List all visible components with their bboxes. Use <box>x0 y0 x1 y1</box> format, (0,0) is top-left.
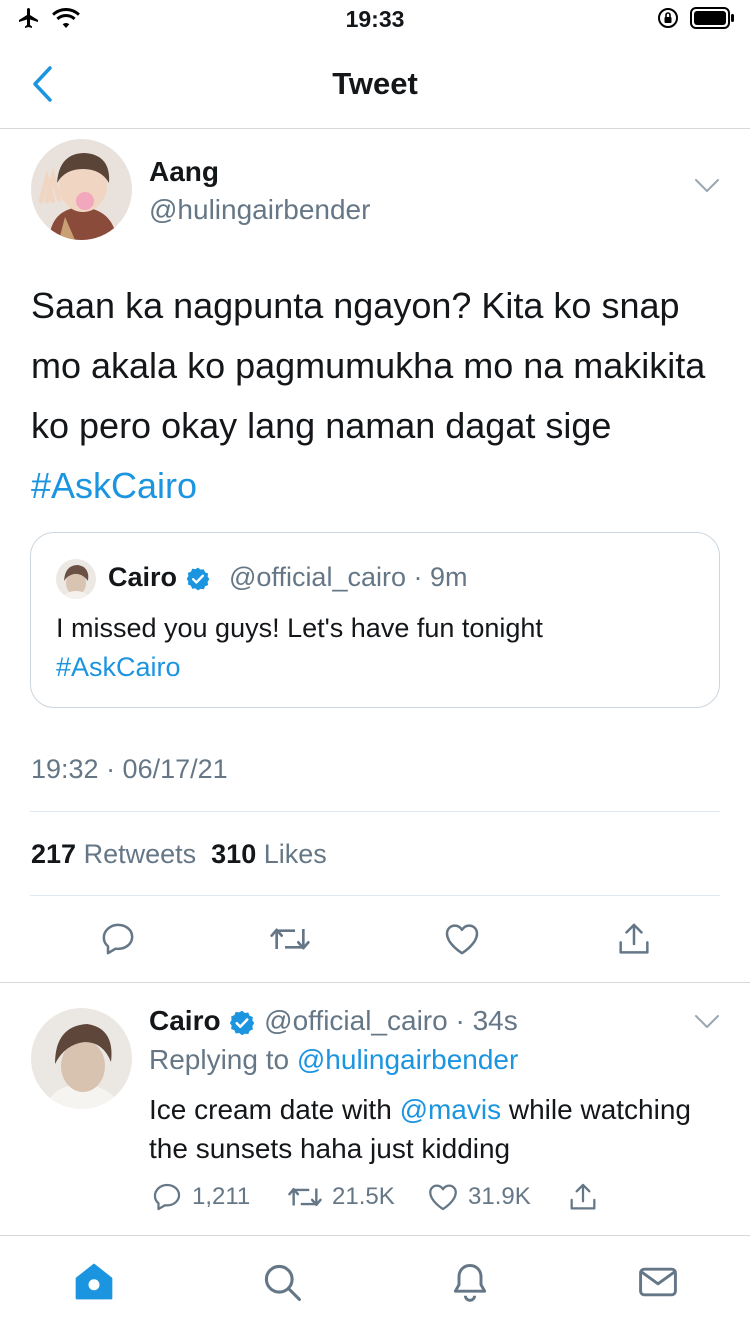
quoted-tweet-card[interactable]: Cairo @official_cairo · 9m I missed you … <box>30 532 720 708</box>
messages-icon <box>639 1267 677 1297</box>
tab-search[interactable] <box>258 1258 306 1306</box>
reply-like-button[interactable]: 31.9K <box>426 1180 531 1214</box>
avatar-cairo[interactable] <box>31 1008 132 1109</box>
retweet-icon <box>288 1188 322 1206</box>
like-button[interactable] <box>440 914 484 964</box>
rotation-lock-icon <box>656 6 680 35</box>
like-label[interactable]: Likes <box>264 839 327 869</box>
reply-icon <box>153 1183 181 1211</box>
tab-home[interactable] <box>70 1258 118 1306</box>
status-bar: 19:33 <box>0 0 750 40</box>
reply-reply-button[interactable]: 1,211 <box>150 1180 250 1214</box>
reply-share-button[interactable] <box>566 1180 600 1214</box>
divider <box>30 811 720 812</box>
like-icon <box>429 1184 457 1211</box>
verified-badge-icon <box>230 1010 255 1035</box>
tweet-action-row <box>0 914 750 966</box>
avatar-aang[interactable] <box>31 139 132 240</box>
quote-avatar <box>56 559 96 599</box>
home-icon <box>75 1263 113 1300</box>
verified-badge-icon <box>186 567 209 591</box>
tab-messages[interactable] <box>634 1258 682 1306</box>
mention-link[interactable]: @mavis <box>400 1094 502 1125</box>
reply-text-before: Ice cream date with <box>149 1094 392 1125</box>
quote-author-name-text: Cairo <box>108 562 178 592</box>
replying-prefix: Replying to <box>149 1044 290 1075</box>
reply-text: Ice cream date with @mavis while watchin… <box>149 1090 709 1168</box>
replying-to-link[interactable]: @hulingairbender <box>297 1044 518 1075</box>
divider <box>30 895 720 896</box>
nav-bar: Tweet <box>0 40 750 129</box>
chevron-down-icon[interactable] <box>694 178 720 199</box>
quote-text: I missed you guys! Let's have fun tonigh… <box>56 609 696 687</box>
chevron-down-icon[interactable] <box>694 1014 720 1035</box>
reply-like-count: 31.9K <box>468 1183 531 1210</box>
reply-author-row: Cairo @official_cairo · 34s <box>149 1005 518 1037</box>
reply-icon <box>102 923 134 955</box>
tweet-text-body: Saan ka nagpunta ngayon? Kita ko snap mo… <box>31 285 706 446</box>
battery-icon <box>690 6 736 35</box>
reply-author-name[interactable]: Cairo <box>149 1005 221 1036</box>
bottom-tab-bar <box>0 1235 750 1334</box>
replying-to: Replying to @hulingairbender <box>149 1044 518 1076</box>
retweet-button[interactable] <box>268 914 312 964</box>
quote-hashtag-link[interactable]: #AskCairo <box>56 652 181 682</box>
author-handle[interactable]: @hulingairbender <box>149 194 370 226</box>
search-icon <box>264 1264 301 1301</box>
reply-retweet-count: 21.5K <box>332 1183 395 1210</box>
like-icon <box>445 924 479 955</box>
share-button[interactable] <box>612 914 656 964</box>
reply-count: 1,211 <box>192 1183 251 1210</box>
share-icon <box>619 923 649 954</box>
retweet-label[interactable]: Retweets <box>84 839 197 869</box>
page-title: Tweet <box>332 66 418 101</box>
reply-handle-time[interactable]: @official_cairo · 34s <box>264 1005 518 1036</box>
author-name[interactable]: Aang <box>149 156 219 188</box>
status-right <box>656 6 736 35</box>
reply-button[interactable] <box>96 914 140 964</box>
status-time: 19:33 <box>345 6 405 32</box>
retweet-count[interactable]: 217 <box>31 839 76 869</box>
quote-text-body: I missed you guys! Let's have fun tonigh… <box>56 613 543 643</box>
tweet-timestamp: 19:32 · 06/17/21 <box>31 754 228 784</box>
quote-handle-time: @official_cairo · 9m <box>229 562 468 592</box>
like-count[interactable]: 310 <box>211 839 256 869</box>
tweet-stats: 217 Retweets 310 Likes <box>31 839 327 870</box>
tweet-text: Saan ka nagpunta ngayon? Kita ko snap mo… <box>31 276 731 516</box>
retweet-icon <box>270 928 310 950</box>
hashtag-link[interactable]: #AskCairo <box>31 465 197 506</box>
quote-author-name: Cairo <box>108 562 211 593</box>
share-icon <box>570 1183 596 1210</box>
notifications-icon <box>453 1264 487 1302</box>
tab-notifications[interactable] <box>446 1258 494 1306</box>
reply-retweet-button[interactable]: 21.5K <box>286 1180 395 1214</box>
divider <box>0 982 750 983</box>
reply-action-row: 1,211 21.5K 31.9K <box>0 1180 750 1220</box>
